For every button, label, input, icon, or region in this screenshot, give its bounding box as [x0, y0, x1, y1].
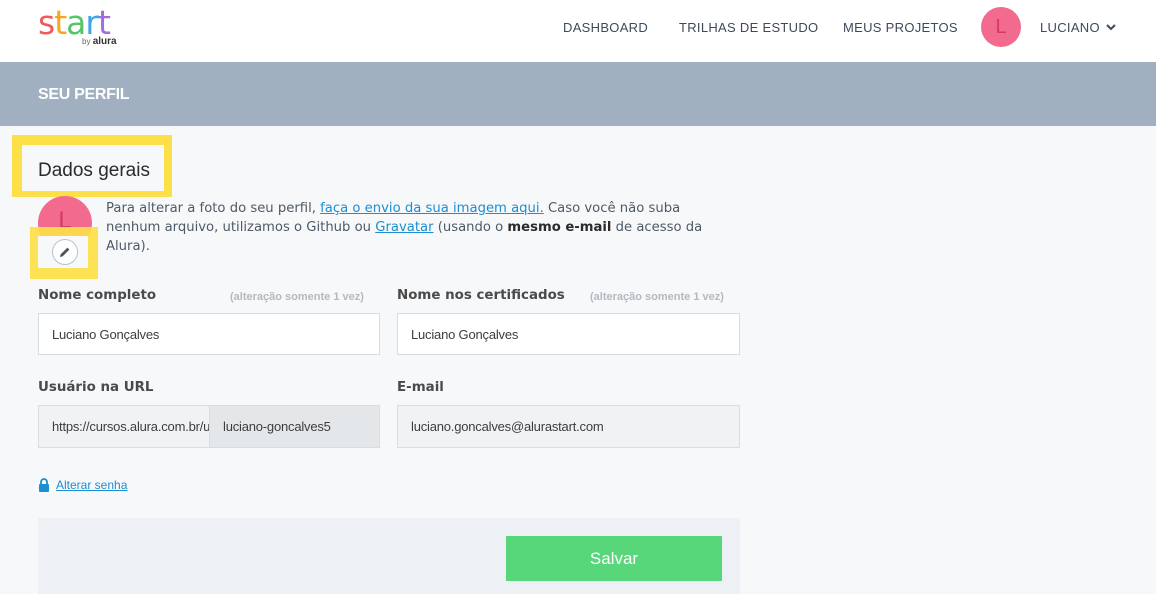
change-password-label: Alterar senha [56, 478, 128, 492]
profile-banner: SEU PERFIL [0, 62, 1156, 126]
url-username-input: luciano-goncalves5 [209, 405, 380, 448]
url-username-label: Usuário na URL [38, 380, 154, 395]
certificate-name-label: Nome nos certificados [397, 288, 565, 303]
photo-text-part: Para alterar a foto do seu perfil, [106, 201, 321, 216]
upload-image-link[interactable]: faça o envio da sua imagem aqui. [320, 201, 544, 216]
chevron-down-icon[interactable] [1104, 20, 1118, 34]
full-name-input[interactable]: Luciano Gonçalves [38, 313, 380, 355]
photo-instructions: Para alterar a foto do seu perfil, faça … [106, 199, 726, 256]
save-button[interactable]: Salvar [506, 536, 722, 581]
url-prefix: https://cursos.alura.com.br/user/ [38, 405, 209, 448]
lock-icon [39, 478, 49, 492]
start-logo[interactable]: start by alura [38, 3, 117, 48]
user-menu-name[interactable]: LUCIANO [1040, 20, 1100, 35]
logo-letter: r [85, 3, 99, 42]
page-title: SEU PERFIL [38, 86, 130, 103]
edit-photo-button[interactable] [52, 239, 78, 265]
logo-brand-text: alura [92, 36, 117, 47]
certificate-name-hint: (alteração somente 1 vez) [590, 291, 724, 303]
user-avatar[interactable]: L [981, 7, 1021, 47]
nav-dashboard[interactable]: DASHBOARD [563, 20, 648, 35]
gravatar-link[interactable]: Gravatar [375, 220, 433, 235]
top-navigation-bar: start by alura DASHBOARD TRILHAS DE ESTU… [0, 0, 1156, 62]
email-label: E-mail [397, 380, 444, 395]
nav-meus-projetos[interactable]: MEUS PROJETOS [843, 20, 958, 35]
nav-trilhas-de-estudo[interactable]: TRILHAS DE ESTUDO [679, 20, 818, 35]
certificate-name-input[interactable]: Luciano Gonçalves [397, 313, 740, 355]
logo-by-text: by [82, 37, 91, 46]
pencil-icon [60, 247, 70, 257]
logo-by-alura: by alura [82, 36, 117, 47]
photo-text-part: (usando o [433, 220, 508, 235]
logo-letter: a [66, 3, 86, 42]
same-email-bold: mesmo e-mail [507, 220, 612, 235]
full-name-hint: (alteração somente 1 vez) [230, 291, 364, 303]
logo-letter: s [38, 3, 55, 42]
email-field: luciano.goncalves@alurastart.com [397, 405, 740, 448]
logo-letter: t [97, 3, 111, 42]
full-name-label: Nome completo [38, 288, 157, 303]
logo-letter: t [54, 3, 67, 42]
logo-wordmark: start [38, 3, 111, 42]
section-title: Dados gerais [38, 160, 150, 181]
